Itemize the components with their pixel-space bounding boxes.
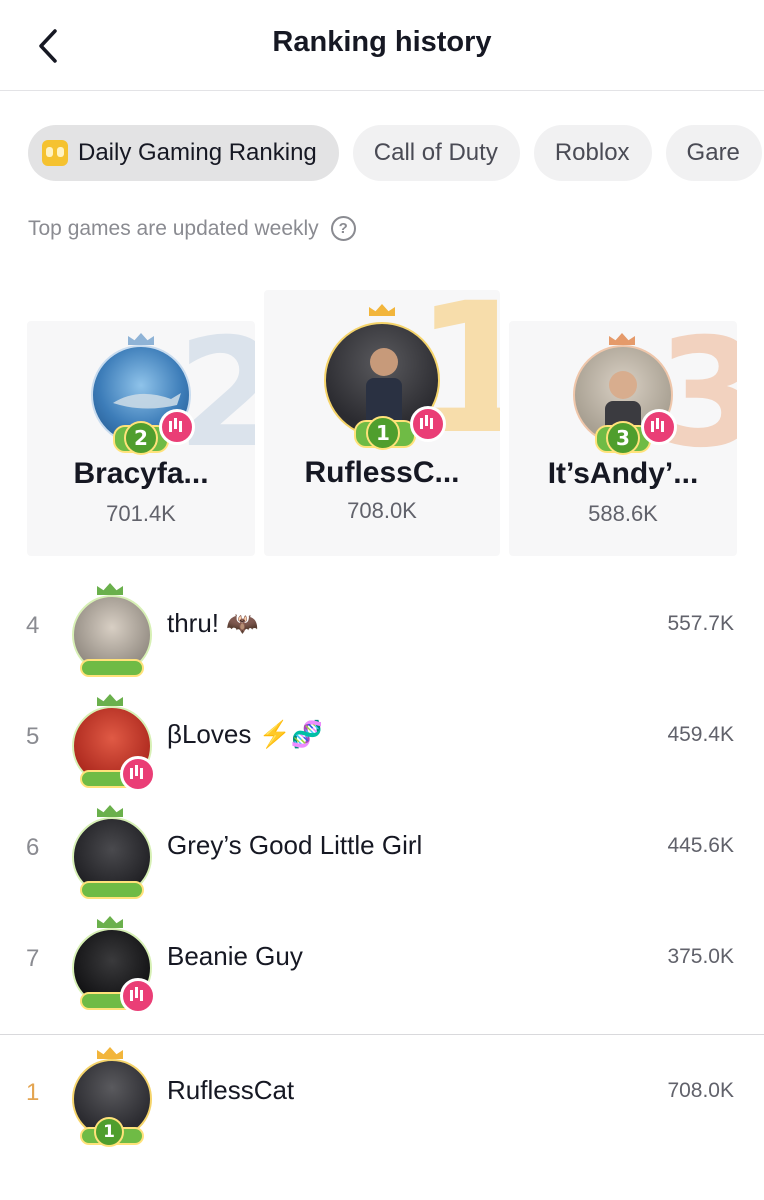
podium-score: 701.4K	[106, 501, 176, 526]
user-name: βLoves ⚡️🧬	[167, 719, 324, 749]
podium-card-3[interactable]: 3 3 It’sAndy’... 588.6K	[509, 321, 737, 556]
help-icon[interactable]: ?	[330, 216, 356, 241]
podium-card-1[interactable]: 1 1 RuflessC... 708.0K	[264, 290, 500, 556]
avatar-frame	[70, 805, 152, 899]
rank-badge-bar	[80, 881, 144, 899]
score: 708.0K	[667, 1079, 734, 1102]
rank-number: 5	[26, 723, 40, 750]
crown-icon	[97, 694, 123, 706]
avatar-frame: 1	[70, 1047, 152, 1147]
avatar-frame	[70, 916, 156, 1014]
update-note-text: Top games are updated weekly	[28, 216, 319, 240]
avatar-frame	[70, 694, 156, 792]
score: 459.4K	[667, 723, 734, 746]
live-icon	[120, 978, 156, 1014]
score: 375.0K	[667, 945, 734, 968]
podium-name: RuflessC...	[304, 456, 460, 489]
list-item-rank-5[interactable]: 5 βLoves ⚡️🧬 459.4K	[0, 686, 764, 796]
rank-badge-bar	[80, 659, 144, 677]
user-name: thru! 🦇	[167, 608, 259, 638]
crown-icon	[97, 805, 123, 817]
tab-label: Call of Duty	[373, 139, 498, 166]
score: 445.6K	[667, 834, 734, 857]
user-name: RuflessCat	[167, 1075, 295, 1105]
my-rank-row[interactable]: 1 1 RuflessCat 708.0K	[0, 1034, 764, 1155]
user-name: Grey’s Good Little Girl	[167, 830, 423, 860]
live-icon	[159, 409, 195, 445]
user-name: Beanie Guy	[167, 941, 303, 971]
rank-number: 1	[26, 1079, 40, 1106]
podium-score: 588.6K	[588, 501, 658, 526]
rank-number: 6	[26, 834, 40, 861]
crown-icon	[97, 1047, 123, 1059]
live-icon	[410, 406, 446, 442]
rank-badge: 3	[606, 421, 640, 455]
category-tabs: Daily Gaming Ranking Call of Duty Roblox…	[28, 125, 764, 181]
rank-badge: 1	[366, 416, 400, 450]
crown-icon	[609, 333, 635, 345]
podium-name: It’sAndy’...	[547, 457, 699, 490]
tab-call-of-duty[interactable]: Call of Duty	[352, 125, 520, 181]
rank-number: 7	[26, 945, 40, 972]
tab-roblox[interactable]: Roblox	[533, 125, 652, 181]
list-item-rank-7[interactable]: 7 Beanie Guy 375.0K	[0, 908, 764, 1018]
rank-number: 4	[26, 612, 40, 639]
podium-name: Bracyfa...	[73, 457, 209, 490]
page-title: Ranking history	[272, 26, 492, 58]
crown-icon	[97, 916, 123, 928]
avatar-frame	[70, 583, 152, 677]
list-item-rank-6[interactable]: 6 Grey’s Good Little Girl 445.6K	[0, 797, 764, 907]
tab-label: Roblox	[554, 139, 630, 166]
list-item-rank-4[interactable]: 4 thru! 🦇 557.7K	[0, 575, 764, 685]
update-note: Top games are updated weekly ?	[28, 216, 356, 241]
tab-label: Daily Gaming Ranking	[78, 139, 317, 166]
podium-score: 708.0K	[347, 498, 417, 523]
gamepad-icon	[42, 140, 68, 166]
score: 557.7K	[667, 612, 734, 635]
rank-badge: 2	[124, 421, 158, 455]
crown-icon	[369, 304, 395, 316]
crown-icon	[128, 333, 154, 345]
live-icon	[120, 756, 156, 792]
tab-daily-gaming-ranking[interactable]: Daily Gaming Ranking	[28, 125, 339, 181]
tab-label: Gare	[686, 139, 740, 166]
crown-icon	[97, 583, 123, 595]
podium-card-2[interactable]: 2 2 Bracyfa... 701.4K	[27, 321, 255, 556]
tab-gare[interactable]: Gare	[665, 125, 762, 181]
header-bar: Ranking history	[0, 0, 764, 91]
rank-badge: 1	[94, 1117, 124, 1147]
live-icon	[641, 409, 677, 445]
